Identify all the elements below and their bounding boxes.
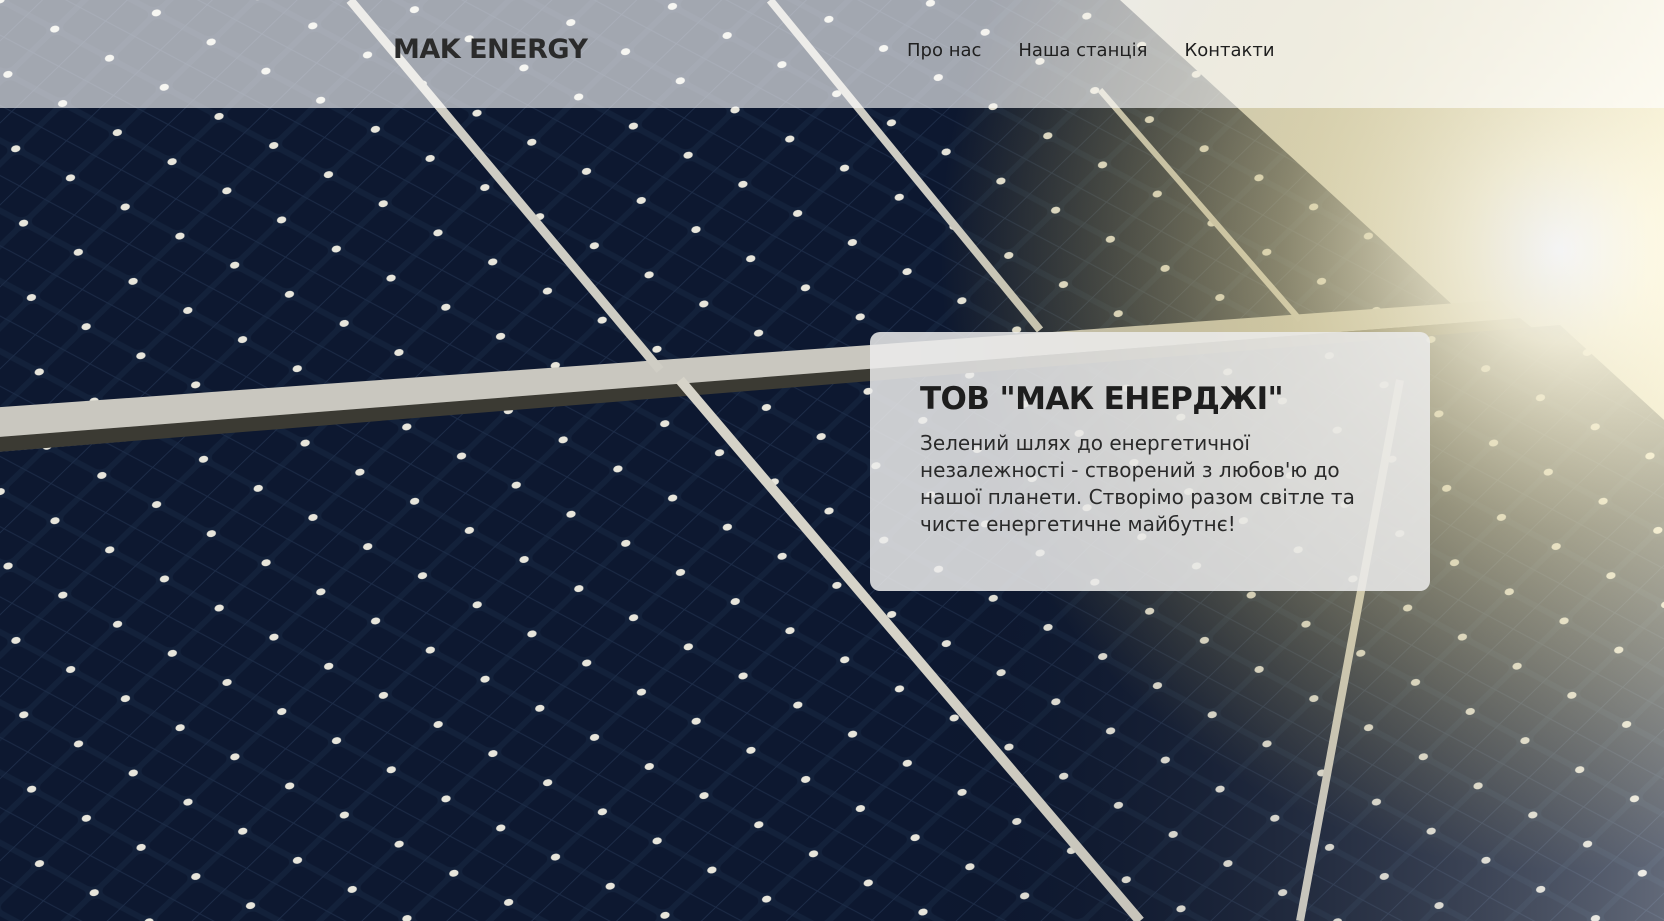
nav-link-contacts[interactable]: Контакти [1184, 40, 1274, 61]
company-description: Зелений шлях до енергетичної незалежност… [920, 431, 1355, 537]
company-info-card: ТОВ "МАК ЕНЕРДЖІ" Зелений шлях до енерге… [870, 332, 1430, 591]
nav-link-our-station[interactable]: Наша станція [1018, 40, 1147, 61]
company-title: ТОВ "МАК ЕНЕРДЖІ" [920, 381, 1284, 417]
site-logo[interactable]: MAK ENERGY [393, 34, 588, 65]
hero-section: MAK ENERGY Про нас Наша станція Контакти… [0, 0, 1664, 921]
site-header: MAK ENERGY Про нас Наша станція Контакти [0, 0, 1664, 108]
main-nav: Про нас Наша станція Контакти [907, 40, 1275, 61]
nav-link-about[interactable]: Про нас [907, 40, 981, 61]
